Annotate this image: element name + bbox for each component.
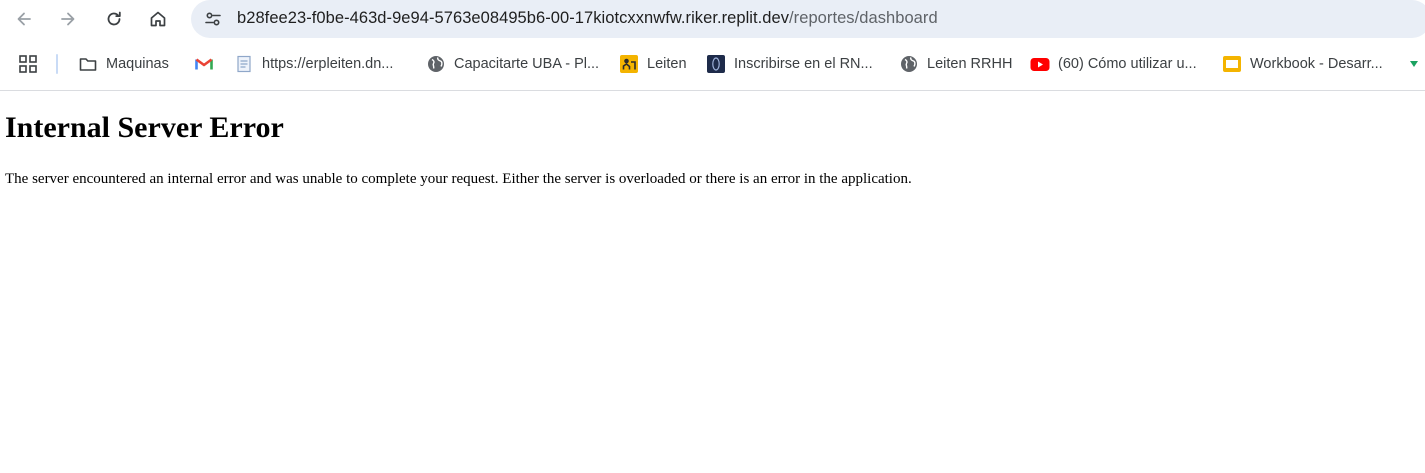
bookmark-label: Leiten RRHH — [927, 56, 1013, 72]
bookmark-label: Leiten — [647, 56, 687, 72]
youtube-icon — [1030, 54, 1050, 74]
bookmark-leiten[interactable]: Leiten — [619, 51, 687, 77]
bookmark-erpleiten[interactable]: https://erpleiten.dn... — [234, 51, 393, 77]
reload-icon — [107, 11, 121, 26]
page-title: Internal Server Error — [5, 111, 284, 144]
bookmark-capacitarte-uba[interactable]: Capacitarte UBA - Pl... — [426, 51, 599, 77]
bookmark-youtube[interactable]: (60) Cómo utilizar u... — [1030, 51, 1197, 77]
apps-grid-icon[interactable] — [18, 54, 38, 74]
bookmark-label: Inscribirse en el RN... — [734, 56, 873, 72]
folder-icon — [78, 54, 98, 74]
url-text[interactable]: b28fee23-f0be-463d-9e94-5763e08495b6-00-… — [237, 9, 938, 28]
reload-button[interactable] — [99, 4, 129, 34]
address-bar[interactable]: b28fee23-f0be-463d-9e94-5763e08495b6-00-… — [191, 0, 1425, 38]
url-path: /reportes/dashboard — [789, 9, 938, 27]
slides-icon — [1222, 54, 1242, 74]
bookmarks-bar: Maquinas https://erpleiten.dn... Capacit… — [0, 48, 1425, 80]
back-button[interactable] — [9, 4, 39, 34]
home-button[interactable] — [143, 4, 173, 34]
bookmark-maquinas[interactable]: Maquinas — [78, 51, 169, 77]
bookmark-label: (60) Cómo utilizar u... — [1058, 56, 1197, 72]
forward-arrow-icon — [61, 12, 75, 26]
globe-icon — [426, 54, 446, 74]
bookmark-leiten-rrhh[interactable]: Leiten RRHH — [899, 51, 1012, 77]
green-chevron-icon — [1410, 61, 1418, 67]
leiten-logo-icon — [619, 54, 639, 74]
site-settings-icon — [205, 12, 221, 26]
browser-chrome: b28fee23-f0be-463d-9e94-5763e08495b6-00-… — [0, 0, 1425, 91]
bookmark-label: Capacitarte UBA - Pl... — [454, 56, 600, 72]
globe-icon — [899, 54, 919, 74]
bookmark-gmail[interactable] — [194, 51, 222, 77]
back-arrow-icon — [17, 12, 31, 26]
gmail-icon — [194, 54, 214, 74]
home-icon — [150, 11, 166, 27]
rn-logo-icon — [706, 54, 726, 74]
document-icon — [234, 54, 254, 74]
browser-toolbar: b28fee23-f0be-463d-9e94-5763e08495b6-00-… — [0, 0, 1425, 38]
forward-button[interactable] — [53, 4, 83, 34]
error-page: Internal Server Error The server encount… — [0, 91, 1425, 473]
bookmark-label: Maquinas — [106, 56, 169, 72]
bookmark-workbook[interactable]: Workbook - Desarr... — [1222, 51, 1383, 77]
bookmark-overflow[interactable] — [1408, 51, 1420, 77]
bookmark-label: Workbook - Desarr... — [1250, 56, 1383, 72]
site-info-button[interactable] — [199, 5, 227, 33]
url-host: b28fee23-f0be-463d-9e94-5763e08495b6-00-… — [237, 9, 790, 27]
bookmarks-separator — [56, 54, 58, 74]
bookmark-inscribirse-rn[interactable]: Inscribirse en el RN... — [706, 51, 873, 77]
error-message: The server encountered an internal error… — [5, 171, 912, 187]
bookmark-label: https://erpleiten.dn... — [262, 56, 394, 72]
